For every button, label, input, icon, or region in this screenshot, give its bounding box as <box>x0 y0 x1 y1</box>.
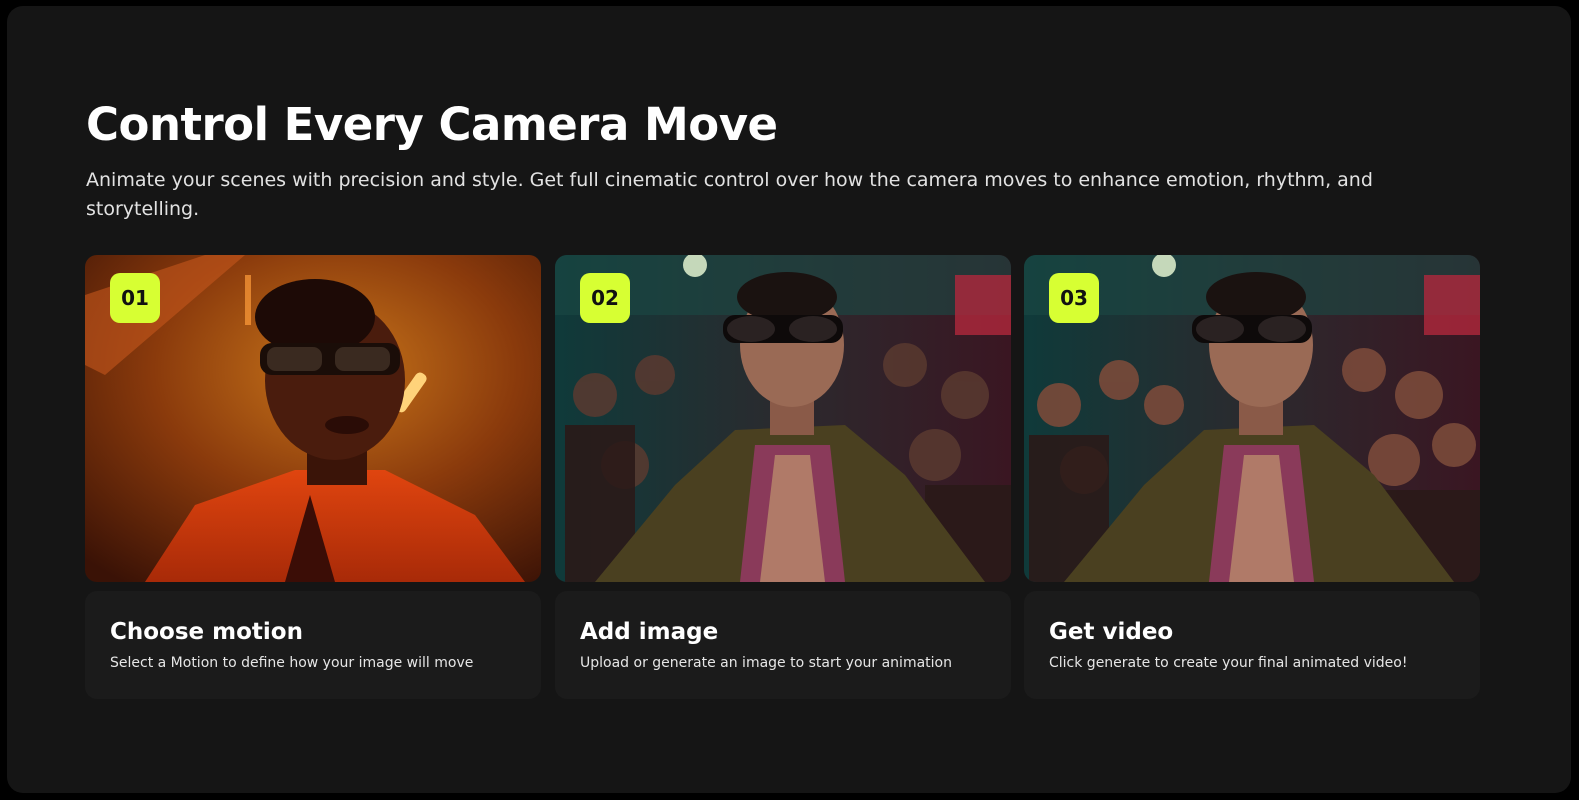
step-title: Choose motion <box>110 619 303 645</box>
step-3-image[interactable]: 03 <box>1024 255 1480 582</box>
step-description: Upload or generate an image to start you… <box>580 655 952 671</box>
camera-move-section: Control Every Camera Move Animate your s… <box>7 6 1571 793</box>
step-number-badge: 02 <box>580 273 630 323</box>
step-number-badge: 01 <box>110 273 160 323</box>
step-3-caption: Get video Click generate to create your … <box>1024 591 1480 699</box>
section-heading: Control Every Camera Move <box>86 98 778 151</box>
section-subheading: Animate your scenes with precision and s… <box>86 169 1373 220</box>
step-description: Click generate to create your final anim… <box>1049 655 1408 671</box>
step-title: Add image <box>580 619 719 645</box>
step-number-badge: 03 <box>1049 273 1099 323</box>
step-description: Select a Motion to define how your image… <box>110 655 474 671</box>
step-2-image[interactable]: 02 <box>555 255 1011 582</box>
step-1-caption: Choose motion Select a Motion to define … <box>85 591 541 699</box>
step-title: Get video <box>1049 619 1174 645</box>
step-1-image[interactable]: 01 <box>85 255 541 582</box>
step-2-caption: Add image Upload or generate an image to… <box>555 591 1011 699</box>
